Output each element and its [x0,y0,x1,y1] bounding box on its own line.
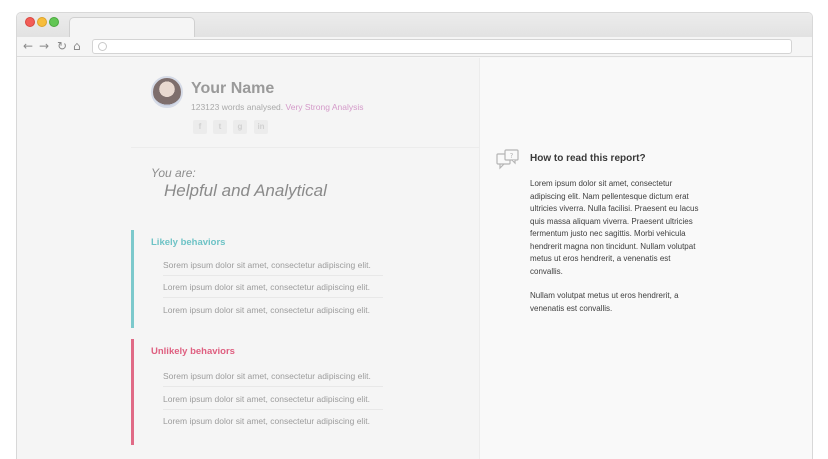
svg-text:?: ? [510,152,514,160]
list-item: Lorem ipsum dolor sit amet, consectetur … [163,416,370,426]
help-paragraph: Nullam volutpat metus ut eros hendrerit,… [530,291,679,313]
minimize-window-button[interactable] [37,17,47,27]
likely-behaviors-title: Likely behaviors [151,237,226,248]
chat-help-icon: ? [496,149,519,170]
section-divider [131,147,479,148]
list-item: Lorem ipsum dolor sit amet, consectetur … [163,305,370,315]
analysis-strength-link[interactable]: Very Strong Analysis [286,102,364,112]
report-main-panel: Your Name 123123 words analysed. Very St… [17,58,479,459]
globe-icon [98,42,107,51]
likely-behaviors-section: Likely behaviors Sorem ipsum dolor sit a… [131,230,479,328]
reload-icon[interactable]: ↻ [57,39,67,53]
list-item: Sorem ipsum dolor sit amet, consectetur … [163,260,383,276]
browser-toolbar: ← → ↻ ⌂ [17,37,812,57]
back-arrow-icon[interactable]: ← [23,39,33,53]
help-panel: ? How to read this report? Lorem ipsum d… [480,58,812,459]
you-are-label: You are: [151,166,196,180]
help-paragraph: Lorem ipsum dolor sit amet, consectetur … [530,179,699,276]
unlikely-behaviors-title: Unlikely behaviors [151,346,235,357]
home-icon[interactable]: ⌂ [73,39,81,53]
list-item: Lorem ipsum dolor sit amet, consectetur … [163,394,383,410]
browser-tab[interactable] [69,17,195,37]
twitter-icon[interactable]: t [213,120,227,134]
linkedin-icon[interactable]: in [254,120,268,134]
report-page: Your Name 123123 words analysed. Very St… [17,58,812,459]
title-bar [17,13,812,37]
unlikely-behaviors-section: Unlikely behaviors Sorem ipsum dolor sit… [131,339,479,445]
analysis-meta: 123123 words analysed. Very Strong Analy… [191,102,364,112]
help-text: Lorem ipsum dolor sit amet, consectetur … [530,178,700,315]
browser-window: ← → ↻ ⌂ Your Name 123123 words analysed.… [16,12,813,459]
address-bar[interactable] [92,39,792,54]
maximize-window-button[interactable] [49,17,59,27]
google-plus-icon[interactable]: g [233,120,247,134]
personality-headline: Helpful and Analytical [164,181,327,200]
avatar [151,76,183,108]
unlikely-accent-bar [131,339,134,445]
facebook-icon[interactable]: f [193,120,207,134]
forward-arrow-icon[interactable]: → [39,39,49,53]
close-window-button[interactable] [25,17,35,27]
profile-name: Your Name [191,80,275,97]
list-item: Sorem ipsum dolor sit amet, consectetur … [163,371,383,387]
help-title: How to read this report? [530,153,646,164]
likely-accent-bar [131,230,134,328]
list-item: Lorem ipsum dolor sit amet, consectetur … [163,282,383,298]
words-analysed-count: 123123 words analysed. [191,102,284,112]
